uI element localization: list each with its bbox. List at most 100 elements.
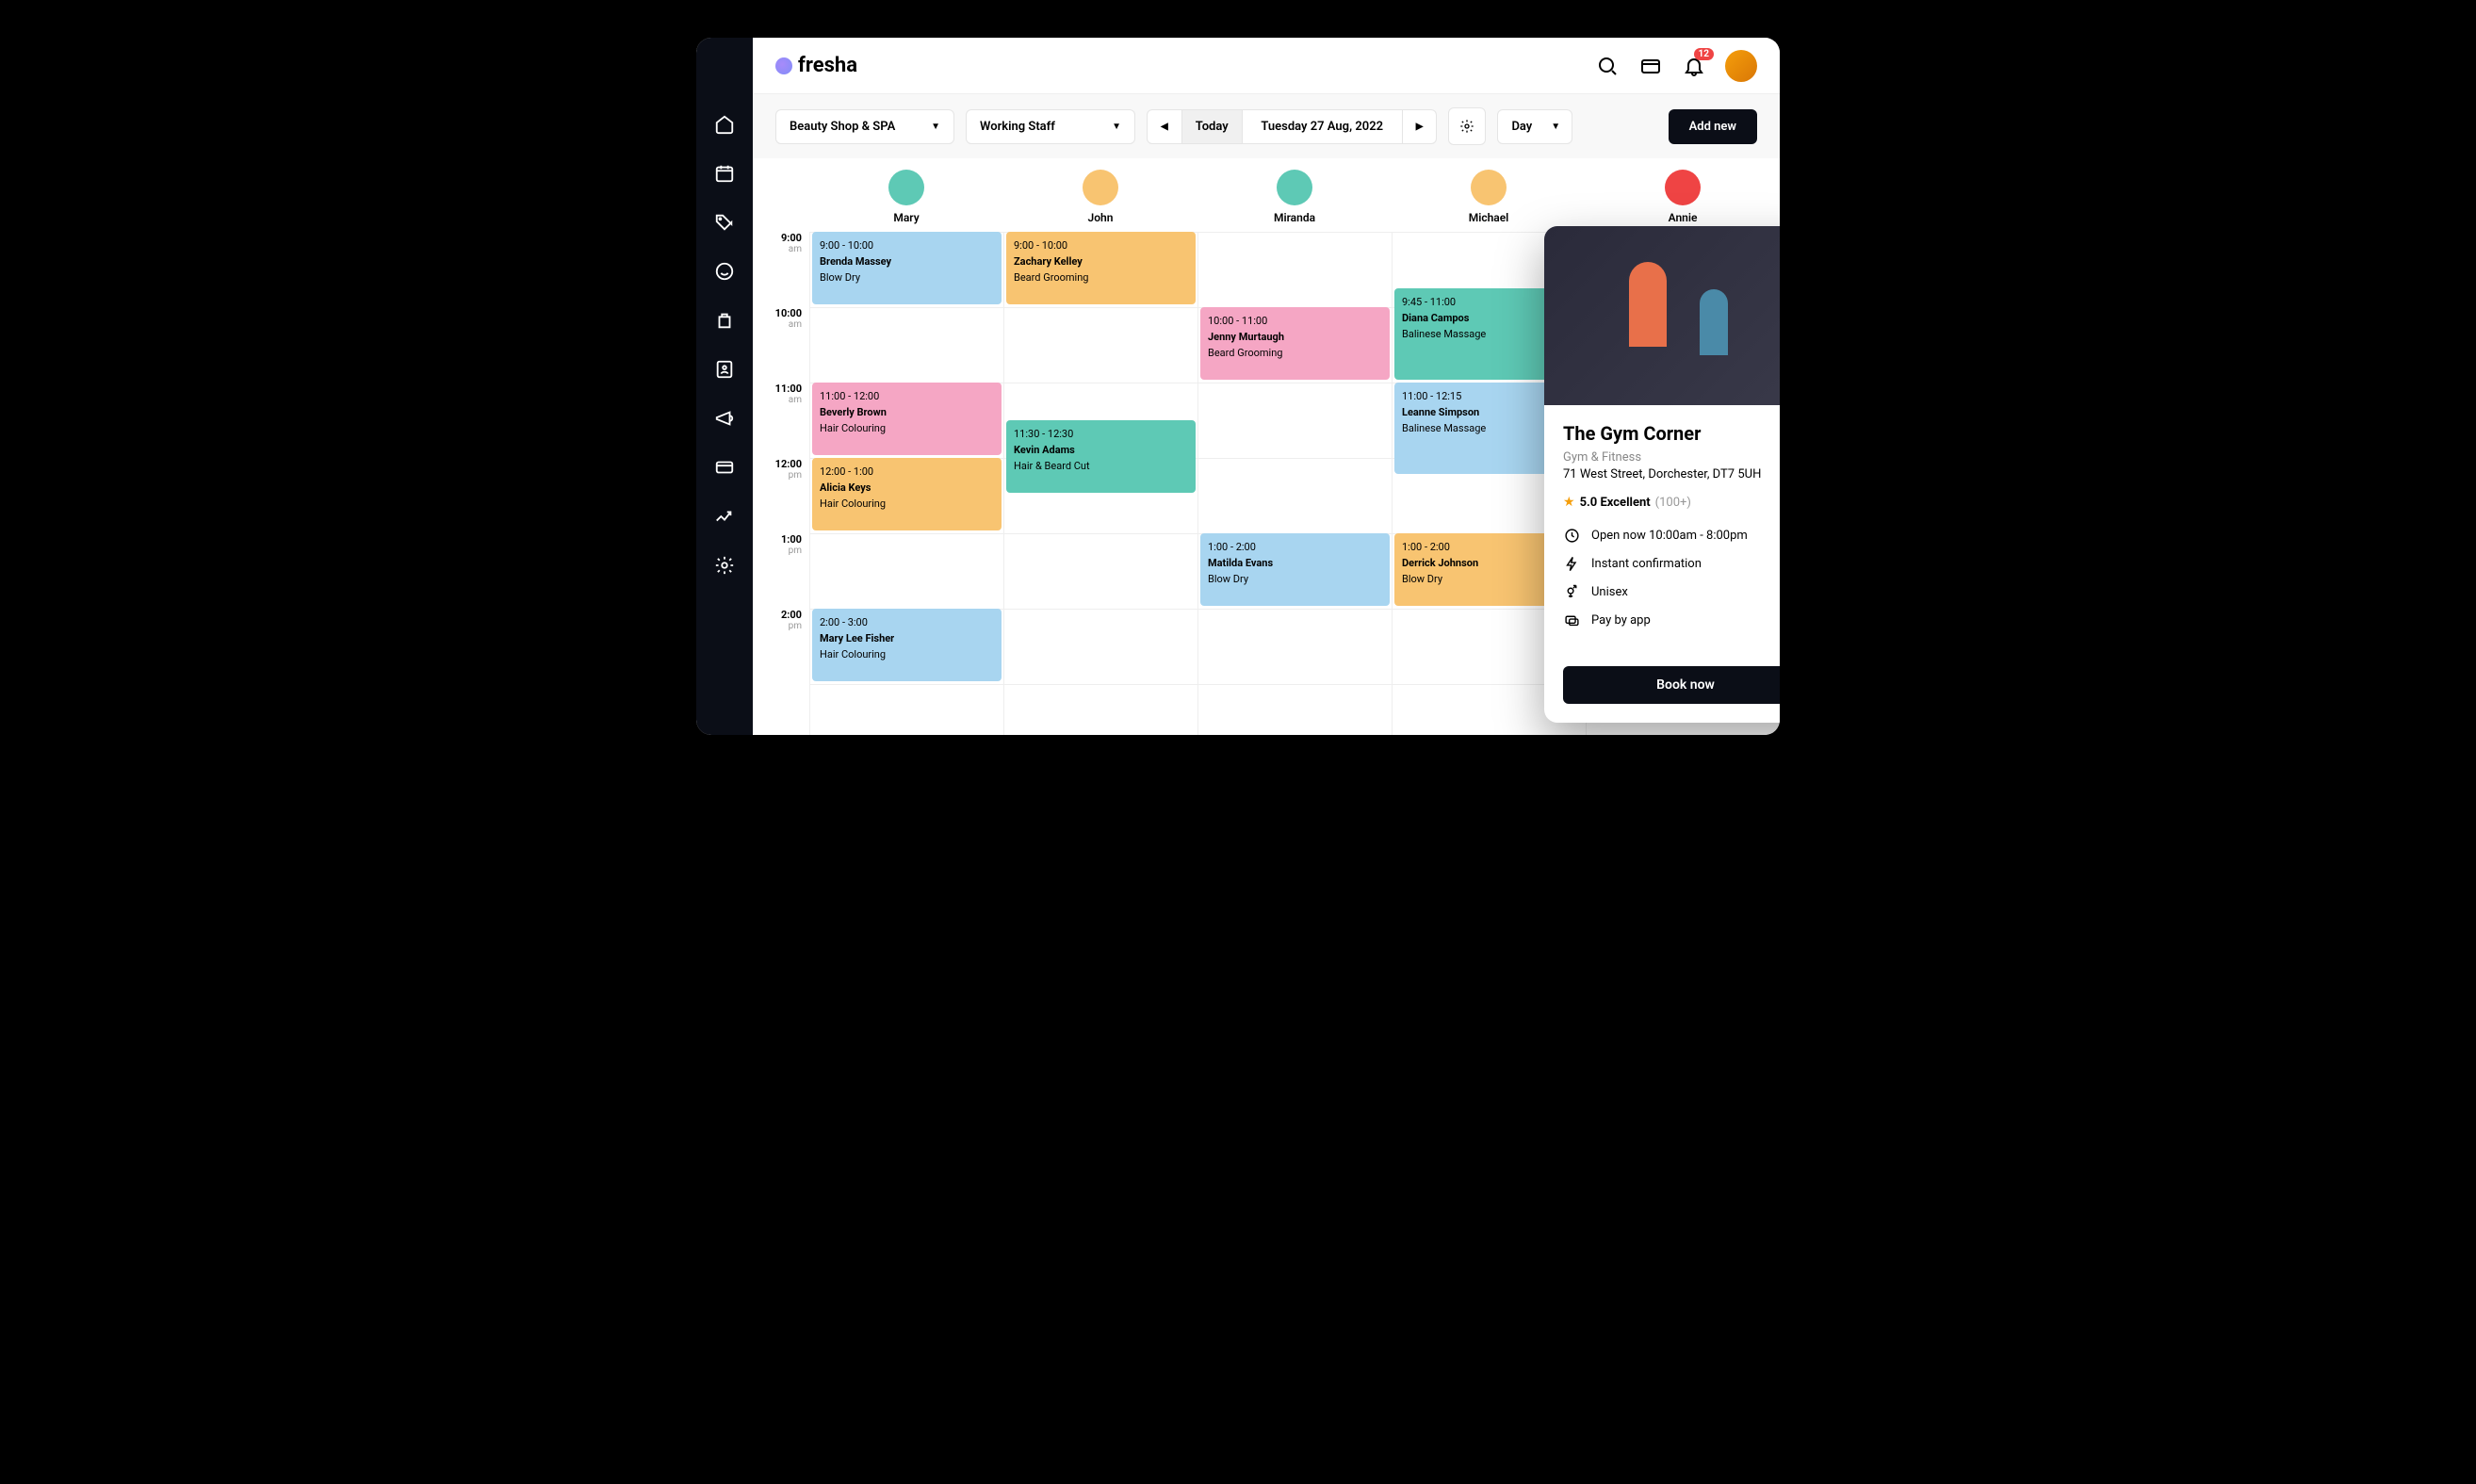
appointment-service: Blow Dry xyxy=(1208,572,1382,587)
book-now-button[interactable]: Book now xyxy=(1563,666,1780,704)
brand-name: fresha xyxy=(798,54,857,77)
chevron-left-icon: ◀ xyxy=(1161,122,1168,132)
appointment-time: 9:00 - 10:00 xyxy=(820,238,994,253)
day-column: 9:00 - 10:00Zachary KelleyBeard Grooming… xyxy=(1003,232,1197,735)
appointment[interactable]: 2:00 - 3:00Mary Lee FisherHair Colouring xyxy=(812,609,1002,681)
appointment[interactable]: 10:00 - 11:00Jenny MurtaughBeard Groomin… xyxy=(1200,307,1390,380)
gender-icon xyxy=(1563,583,1580,600)
appointment-client: Kevin Adams xyxy=(1014,443,1188,458)
feature-hours: Open now 10:00am - 8:00pm xyxy=(1563,527,1780,544)
time-label: 11:00am xyxy=(753,383,809,458)
staff-select[interactable]: Working Staff▼ xyxy=(966,109,1135,144)
staff-name: Miranda xyxy=(1274,211,1315,224)
staff-column[interactable]: Michael xyxy=(1392,170,1586,224)
chart-icon[interactable] xyxy=(713,505,736,528)
time-label: 1:00pm xyxy=(753,533,809,609)
staff-column[interactable]: Annie xyxy=(1586,170,1780,224)
app-window: fresha 12 Beauty Shop & SPA▼ Working Sta… xyxy=(696,38,1780,735)
appointment-service: Hair Colouring xyxy=(820,497,994,512)
staff-name: Michael xyxy=(1469,211,1509,224)
calendar-settings-button[interactable] xyxy=(1448,107,1486,145)
staff-avatar xyxy=(1471,170,1507,205)
prev-day-button[interactable]: ◀ xyxy=(1148,110,1182,143)
appointment-service: Beard Grooming xyxy=(1208,346,1382,361)
settings-icon[interactable] xyxy=(713,554,736,577)
staff-column[interactable]: John xyxy=(1003,170,1197,224)
payment-icon xyxy=(1563,612,1580,628)
smile-icon[interactable] xyxy=(713,260,736,283)
home-icon[interactable] xyxy=(713,113,736,136)
date-display[interactable]: Tuesday 27 Aug, 2022 xyxy=(1243,110,1403,143)
appointment[interactable]: 9:00 - 10:00Brenda MasseyBlow Dry xyxy=(812,232,1002,304)
appointment[interactable]: 11:30 - 12:30Kevin AdamsHair & Beard Cut xyxy=(1006,420,1196,493)
user-avatar[interactable] xyxy=(1725,50,1757,82)
appointment-time: 11:00 - 12:00 xyxy=(820,389,994,404)
notification-badge: 12 xyxy=(1694,48,1714,60)
appointment-time: 1:00 - 2:00 xyxy=(1208,540,1382,555)
card-icon[interactable] xyxy=(713,456,736,479)
appointment-service: Beard Grooming xyxy=(1014,270,1188,285)
megaphone-icon[interactable] xyxy=(713,407,736,430)
appointment[interactable]: 1:00 - 2:00Matilda EvansBlow Dry xyxy=(1200,533,1390,606)
time-label: 9:00am xyxy=(753,232,809,307)
venue-image xyxy=(1544,226,1780,405)
brand-logo-icon xyxy=(775,57,792,74)
today-button[interactable]: Today xyxy=(1182,110,1243,143)
appointment-client: Alicia Keys xyxy=(820,481,994,496)
staff-avatar xyxy=(1277,170,1312,205)
appointment[interactable]: 11:00 - 12:00Beverly BrownHair Colouring xyxy=(812,383,1002,455)
venue-body: The Gym Corner Gym & Fitness 71 West Str… xyxy=(1544,405,1780,657)
staff-column[interactable]: Mary xyxy=(809,170,1003,224)
day-column: 9:00 - 10:00Brenda MasseyBlow Dry 11:00 -… xyxy=(809,232,1003,735)
venue-address: 71 West Street, Dorchester, DT7 5UH xyxy=(1563,467,1780,481)
sidebar xyxy=(696,38,753,735)
appointment[interactable]: 9:00 - 10:00Zachary KelleyBeard Grooming xyxy=(1006,232,1196,304)
staff-column[interactable]: Miranda xyxy=(1197,170,1392,224)
appointment-service: Hair & Beard Cut xyxy=(1014,459,1188,474)
contact-icon[interactable] xyxy=(713,358,736,381)
chevron-down-icon: ▼ xyxy=(931,122,940,132)
staff-name: Mary xyxy=(893,211,919,224)
appointment[interactable]: 12:00 - 1:00Alicia KeysHair Colouring xyxy=(812,458,1002,530)
time-label: 2:00pm xyxy=(753,609,809,684)
time-label: 12:00pm xyxy=(753,458,809,533)
feature-payment: Pay by app xyxy=(1563,612,1780,628)
notifications-icon[interactable]: 12 xyxy=(1682,54,1706,78)
wallet-icon[interactable] xyxy=(1638,54,1663,78)
search-icon[interactable] xyxy=(1595,54,1620,78)
time-column: 9:00am10:00am11:00am12:00pm1:00pm2:00pm xyxy=(753,232,809,735)
add-new-button[interactable]: Add new xyxy=(1669,109,1757,144)
staff-avatar xyxy=(1083,170,1118,205)
day-column: 10:00 - 11:00Jenny MurtaughBeard Groomin… xyxy=(1197,232,1392,735)
calendar-icon[interactable] xyxy=(713,162,736,185)
topbar-actions: 12 xyxy=(1595,50,1757,82)
star-icon: ★ xyxy=(1563,495,1575,510)
topbar: fresha 12 xyxy=(753,38,1780,94)
chevron-right-icon: ▶ xyxy=(1416,122,1424,132)
staff-avatar xyxy=(1665,170,1701,205)
clock-icon xyxy=(1563,527,1580,544)
venue-title: The Gym Corner xyxy=(1563,422,1780,445)
appointment-client: Jenny Murtaugh xyxy=(1208,330,1382,345)
venue-card: The Gym Corner Gym & Fitness 71 West Str… xyxy=(1544,226,1780,723)
appointment-time: 12:00 - 1:00 xyxy=(820,465,994,480)
appointment-service: Hair Colouring xyxy=(820,421,994,436)
brand: fresha xyxy=(775,54,857,77)
venue-rating: ★ 5.0 Excellent (100+) xyxy=(1563,495,1780,510)
appointment-client: Brenda Massey xyxy=(820,254,994,269)
appointment-time: 10:00 - 11:00 xyxy=(1208,314,1382,329)
view-select[interactable]: Day▼ xyxy=(1497,109,1572,144)
product-icon[interactable] xyxy=(713,309,736,332)
staff-header: Mary John Miranda Michael Annie xyxy=(753,158,1780,232)
location-select[interactable]: Beauty Shop & SPA▼ xyxy=(775,109,954,144)
date-navigator: ◀ Today Tuesday 27 Aug, 2022 ▶ xyxy=(1147,109,1437,144)
appointment-client: Zachary Kelley xyxy=(1014,254,1188,269)
tag-icon[interactable] xyxy=(713,211,736,234)
appointment-client: Beverly Brown xyxy=(820,405,994,420)
appointment-client: Matilda Evans xyxy=(1208,556,1382,571)
next-day-button[interactable]: ▶ xyxy=(1403,110,1437,143)
venue-category: Gym & Fitness xyxy=(1563,450,1780,465)
staff-name: Annie xyxy=(1669,211,1698,224)
appointment-time: 9:00 - 10:00 xyxy=(1014,238,1188,253)
time-label: 10:00am xyxy=(753,307,809,383)
